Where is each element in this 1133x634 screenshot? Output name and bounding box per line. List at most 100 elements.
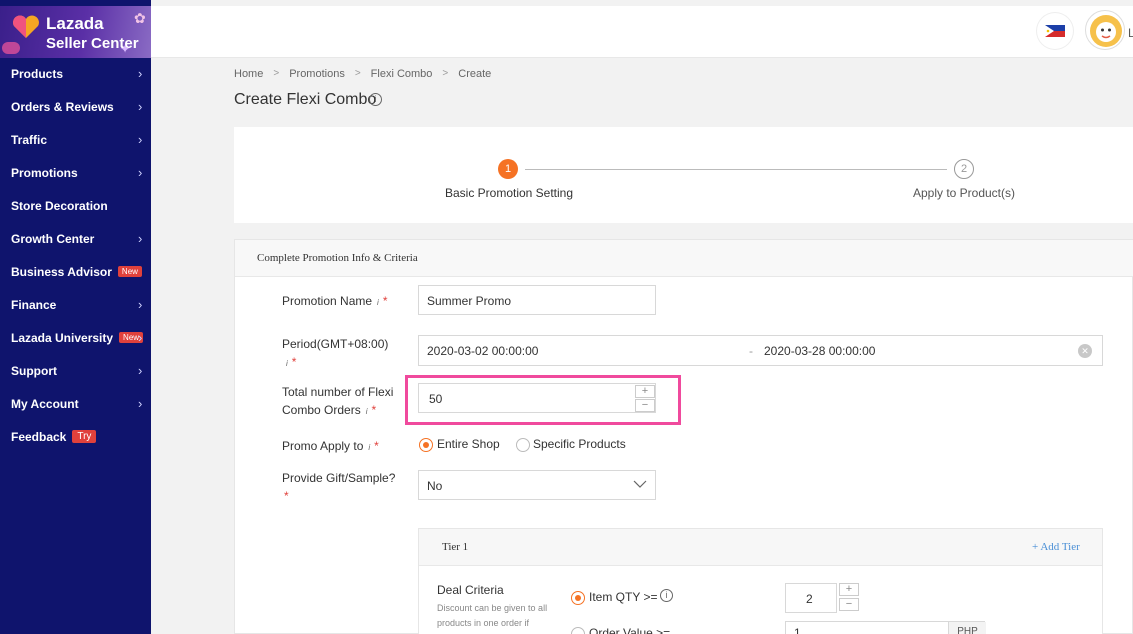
chevron-down-icon [633, 480, 647, 488]
item-qty-label[interactable]: Item QTY >= [589, 590, 657, 604]
star-icon: ✦ [120, 42, 131, 56]
sidebar-item-store-decoration[interactable]: Store Decoration [0, 189, 151, 222]
period-start-value[interactable]: 2020-03-02 00:00:00 [427, 344, 538, 358]
total-orders-label: Total number of Flexi Combo Orders i * [282, 383, 393, 421]
promotion-name-value: Summer Promo [427, 294, 512, 308]
deal-criteria-label: Deal Criteria [437, 583, 504, 597]
gift-select[interactable]: No [418, 470, 656, 500]
order-value-label[interactable]: Order Value >= [589, 626, 670, 634]
form-section-title: Complete Promotion Info & Criteria [257, 252, 418, 264]
total-orders-value: 50 [429, 392, 443, 406]
sidebar-item-my-account[interactable]: My Account › [0, 387, 151, 420]
sidebar-item-label: My Account [11, 396, 79, 411]
required-marker: * [284, 489, 289, 503]
period-end-value[interactable]: 2020-03-28 00:00:00 [764, 344, 875, 358]
clear-icon[interactable]: ✕ [1078, 344, 1092, 358]
chevron-right-icon: › [138, 231, 143, 246]
chevron-right-icon: › [138, 363, 143, 378]
form-section-header: Complete Promotion Info & Criteria [235, 240, 1133, 277]
info-icon[interactable]: i [369, 93, 382, 106]
chevron-right-icon: › [138, 66, 143, 81]
total-orders-label-line2: Combo Orders [282, 403, 361, 417]
chevron-right-icon: › [138, 132, 143, 147]
sidebar: Lazada Seller Center ✿ ✦ Products › Orde… [0, 0, 151, 634]
entire-shop-label[interactable]: Entire Shop [437, 437, 500, 451]
sidebar-item-growth-center[interactable]: Growth Center › [0, 222, 151, 255]
user-name[interactable]: L [1128, 26, 1133, 40]
step-1-indicator: 1 [498, 159, 518, 179]
order-value-input[interactable]: 1 PHP [785, 621, 986, 634]
item-qty-value: 2 [806, 592, 813, 606]
sidebar-item-label: Lazada University [11, 330, 114, 345]
step-2-label: Apply to Product(s) [912, 186, 1016, 200]
promotion-name-label: Promotion Name i * [282, 292, 388, 312]
sidebar-item-finance[interactable]: Finance › [0, 288, 151, 321]
order-value-radio[interactable] [571, 627, 585, 634]
decrement-button[interactable]: − [635, 399, 655, 412]
breadcrumb-flexi-combo[interactable]: Flexi Combo [371, 68, 433, 80]
steps-card: 1 2 Basic Promotion Setting Apply to Pro… [234, 127, 1133, 223]
info-icon[interactable]: i [366, 403, 368, 421]
chevron-right-icon: > [354, 68, 361, 79]
period-label: Period(GMT+08:00) i * [282, 335, 388, 373]
increment-button[interactable]: + [635, 385, 655, 398]
info-icon[interactable]: i [660, 589, 673, 602]
decrement-button[interactable]: − [839, 598, 859, 611]
step-2-indicator: 2 [954, 159, 974, 179]
sidebar-item-promotions[interactable]: Promotions › [0, 156, 151, 189]
gift-label: Provide Gift/Sample? * [282, 469, 395, 505]
lazada-heart-icon [13, 15, 39, 38]
item-qty-input[interactable]: 2 [785, 583, 837, 613]
sidebar-item-support[interactable]: Support › [0, 354, 151, 387]
avatar[interactable] [1085, 10, 1125, 50]
chevron-right-icon: › [138, 165, 143, 180]
info-icon[interactable]: i [286, 355, 288, 373]
sidebar-item-label: Traffic [11, 132, 48, 147]
add-tier-link[interactable]: + Add Tier [1032, 541, 1080, 553]
sidebar-item-feedback[interactable]: Feedback Try [0, 420, 151, 453]
total-orders-input[interactable]: 50 + − [418, 383, 656, 413]
sidebar-item-traffic[interactable]: Traffic › [0, 123, 151, 156]
chevron-right-icon: › [138, 330, 143, 345]
required-marker: * [382, 294, 388, 308]
sidebar-item-orders-reviews[interactable]: Orders & Reviews › [0, 90, 151, 123]
step-1-label: Basic Promotion Setting [444, 186, 574, 200]
chevron-right-icon: › [138, 99, 143, 114]
new-badge: New [117, 266, 142, 277]
required-marker: * [371, 403, 377, 417]
philippines-flag-icon[interactable] [1037, 13, 1073, 49]
sidebar-item-lazada-university[interactable]: Lazada University New › [0, 321, 151, 354]
info-icon[interactable]: i [377, 294, 379, 312]
deal-criteria-help: Discount can be given to all products in… [437, 603, 548, 628]
brand-name: Lazada [46, 14, 104, 33]
sidebar-item-label: Products [11, 66, 64, 81]
sidebar-item-label: Business Advisor [11, 264, 112, 279]
breadcrumb-promotions[interactable]: Promotions [289, 68, 345, 80]
sidebar-item-products[interactable]: Products › [0, 57, 151, 90]
sidebar-item-label: Orders & Reviews [11, 99, 114, 114]
info-icon[interactable]: i [368, 439, 370, 457]
try-badge: Try [72, 430, 97, 443]
promotion-name-label-text: Promotion Name [282, 294, 373, 308]
specific-products-label[interactable]: Specific Products [533, 437, 626, 451]
total-orders-label-line1: Total number of Flexi [282, 385, 394, 399]
period-separator: - [749, 344, 753, 358]
promo-apply-label-text: Promo Apply to [282, 439, 364, 453]
sidebar-item-business-advisor[interactable]: Business Advisor New [0, 255, 151, 288]
item-qty-radio[interactable] [571, 591, 585, 605]
breadcrumb-create: Create [458, 68, 492, 80]
period-range-input[interactable]: 2020-03-02 00:00:00 - 2020-03-28 00:00:0… [418, 335, 1103, 366]
tier-card: Tier 1 + Add Tier Deal Criteria Discount… [418, 528, 1103, 634]
currency-unit: PHP [948, 622, 986, 634]
lazada-logo[interactable]: Lazada Seller Center ✿ ✦ [0, 6, 151, 58]
chevron-right-icon: › [138, 297, 143, 312]
tier-title: Tier 1 [442, 541, 469, 553]
promo-apply-label: Promo Apply to i * [282, 437, 379, 457]
specific-products-radio[interactable] [516, 438, 530, 452]
promotion-name-input[interactable]: Summer Promo [418, 285, 656, 315]
top-bar: L [151, 6, 1133, 58]
entire-shop-radio[interactable] [419, 438, 433, 452]
increment-button[interactable]: + [839, 583, 859, 596]
sidebar-item-label: Promotions [11, 165, 78, 180]
breadcrumb-home[interactable]: Home [234, 68, 263, 80]
